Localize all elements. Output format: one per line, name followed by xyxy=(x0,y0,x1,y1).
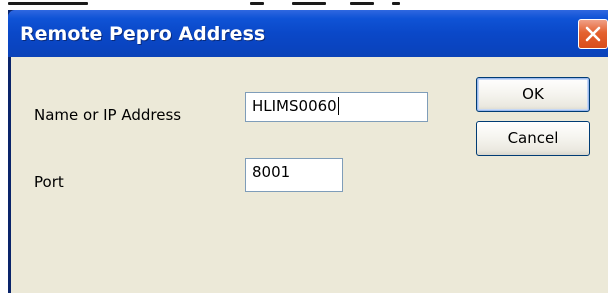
port-input[interactable]: 8001 xyxy=(245,158,343,192)
name-or-ip-input[interactable]: HLIMS0060 xyxy=(245,92,428,122)
text-caret xyxy=(337,97,339,115)
port-value: 8001 xyxy=(252,163,291,181)
name-or-ip-label: Name or IP Address xyxy=(34,106,182,124)
background-text-fragment xyxy=(292,2,326,5)
title-bar[interactable]: Remote Pepro Address xyxy=(8,10,608,57)
dialog-title: Remote Pepro Address xyxy=(20,23,266,45)
port-label: Port xyxy=(34,173,64,191)
screen: Remote Pepro Address Name or IP Address … xyxy=(0,0,608,293)
background-text-fragment xyxy=(392,2,400,5)
remote-address-dialog: Remote Pepro Address Name or IP Address … xyxy=(8,10,608,293)
close-icon xyxy=(585,26,601,42)
name-or-ip-value: HLIMS0060 xyxy=(252,97,337,115)
ok-button[interactable]: OK xyxy=(476,77,590,112)
close-button[interactable] xyxy=(578,19,608,49)
background-text-fragment xyxy=(8,2,88,5)
cancel-button[interactable]: Cancel xyxy=(476,121,590,156)
background-text-fragment xyxy=(350,2,374,5)
background-text-fragment xyxy=(250,2,264,5)
dialog-body: Name or IP Address HLIMS0060 Port 8001 O… xyxy=(11,57,608,293)
